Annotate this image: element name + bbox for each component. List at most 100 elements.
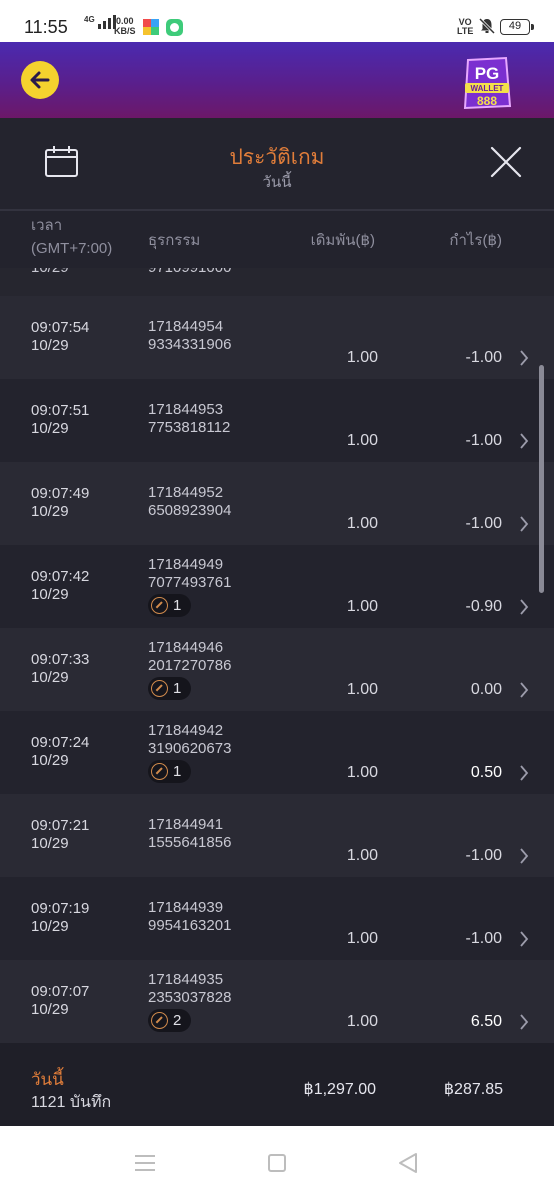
column-transaction: ธุรกรรม: [148, 232, 201, 249]
row-bet: 1.00: [346, 847, 378, 864]
row-time: 09:07:54 10/29: [31, 319, 89, 355]
row-date: 10/29: [31, 503, 69, 520]
chevron-right-icon[interactable]: [519, 516, 529, 532]
spin-icon: [151, 763, 168, 780]
row-bet: 1.00: [346, 598, 378, 615]
row-date: 10/29: [31, 420, 69, 437]
row-date: 10/29: [31, 835, 69, 852]
row-time-value: 09:07:33: [31, 651, 90, 668]
column-header: เวลา (GMT+7:00) ธุรกรรม เดิมพัน(฿) กำไร(…: [0, 211, 554, 268]
row-txn-bottom: 3190620673: [148, 740, 232, 757]
chevron-right-icon[interactable]: [519, 599, 529, 615]
status-bar: 11:55 4G 0.00 KB/S VO LTE 49: [0, 0, 554, 42]
row-profit: -1.00: [465, 432, 502, 449]
chevron-right-icon[interactable]: [519, 682, 529, 698]
back-button[interactable]: [21, 61, 59, 99]
close-icon[interactable]: [489, 145, 523, 179]
row-txn-bottom: 1555641856: [148, 834, 232, 851]
app-notification-icon: [143, 19, 159, 35]
free-spin-badge: 1: [148, 594, 192, 617]
row-date: 10/29: [31, 1001, 69, 1018]
row-bet: 1.00: [346, 930, 378, 947]
free-spin-badge: 2: [148, 1009, 192, 1032]
row-txn-bottom: 2017270786: [148, 657, 232, 674]
row-time: 09:07:19 10/29: [31, 900, 89, 936]
home-icon[interactable]: [268, 1154, 286, 1172]
list-item[interactable]: 10/29 9710991000: [0, 268, 554, 296]
row-transaction: 171844946 2017270786 1: [148, 639, 231, 702]
row-bet: 1.00: [346, 515, 378, 532]
table-row[interactable]: 09:07:19 10/29 171844939 9954163201 1.00 -1.0…: [0, 877, 554, 960]
table-row[interactable]: 09:07:07 10/29 171844935 2353037828 2 1.00 6.5…: [0, 960, 554, 1043]
row-profit: -0.90: [465, 598, 502, 615]
row-txn-bottom: 9334331906: [148, 336, 232, 353]
page-subtitle: วันนี้: [262, 174, 292, 191]
row-bet: 1.00: [346, 764, 378, 781]
scrollbar[interactable]: [539, 365, 544, 593]
row-txn-top: 171844941: [148, 816, 224, 833]
row-txn: 9710991000: [148, 268, 231, 276]
row-txn-top: 171844953: [148, 401, 224, 418]
chevron-right-icon[interactable]: [519, 350, 529, 366]
system-nav-bar: [0, 1126, 554, 1200]
row-transaction: 171844954 9334331906: [148, 318, 231, 354]
row-txn-bottom: 7753818112: [148, 419, 231, 436]
status-time: 11:55: [24, 17, 68, 37]
table-row[interactable]: 09:07:42 10/29 171844949 7077493761 1 1.00 -0.…: [0, 545, 554, 628]
row-profit: 0.50: [470, 764, 502, 781]
row-txn-top: 171844954: [148, 318, 224, 335]
row-date: 10/29: [31, 918, 69, 935]
row-txn-bottom: 2353037828: [148, 989, 232, 1006]
back-triangle-icon[interactable]: [398, 1152, 418, 1174]
row-transaction: 171844942 3190620673 1: [148, 722, 231, 785]
row-transaction: 171844953 7753818112: [148, 401, 230, 437]
network-type: 4G: [84, 15, 95, 24]
row-txn-bottom: 7077493761: [148, 574, 232, 591]
row-profit: 6.50: [470, 1013, 502, 1030]
row-time: 09:07:21 10/29: [31, 817, 89, 853]
chevron-right-icon[interactable]: [519, 931, 529, 947]
row-time: 09:07:49 10/29: [31, 485, 89, 521]
row-time-value: 09:07:07: [31, 983, 90, 1000]
row-date: 10/29: [31, 586, 69, 603]
spin-icon: [151, 597, 168, 614]
row-transaction: 171844941 1555641856: [148, 816, 231, 852]
spin-icon: [151, 680, 168, 697]
network-speed: 0.00 KB/S: [114, 16, 136, 36]
row-time-value: 09:07:42: [31, 568, 90, 585]
svg-text:888: 888: [477, 94, 497, 108]
signal-icon: 4G: [84, 15, 116, 29]
transaction-list[interactable]: 10/29 9710991000 09:07:5410/291718449549…: [0, 268, 554, 1048]
row-txn-bottom: 6508923904: [148, 502, 232, 519]
badge-count: 1: [173, 762, 182, 780]
table-row[interactable]: 09:07:54 10/29 171844954 9334331906 1.00 -1.0…: [0, 296, 554, 379]
chevron-right-icon[interactable]: [519, 433, 529, 449]
row-bet: 1.00: [346, 432, 378, 449]
row-profit: -1.00: [465, 847, 502, 864]
menu-icon[interactable]: [134, 1154, 156, 1172]
svg-text:PG: PG: [475, 64, 500, 83]
free-spin-badge: 1: [148, 760, 192, 783]
row-date: 10/29: [31, 669, 69, 686]
spin-icon: [151, 1012, 168, 1029]
row-profit: -1.00: [465, 349, 502, 366]
row-bet: 1.00: [346, 349, 378, 366]
chat-app-icon: [166, 19, 183, 36]
row-time-value: 09:07:21: [31, 817, 90, 834]
row-time-value: 09:07:54: [31, 319, 90, 336]
badge-count: 1: [173, 679, 182, 697]
table-row[interactable]: 09:07:21 10/29 171844941 1555641856 1.00 -1.0…: [0, 794, 554, 877]
row-profit: 0.00: [470, 681, 502, 698]
chevron-right-icon[interactable]: [519, 1014, 529, 1030]
svg-text:WALLET: WALLET: [471, 84, 504, 93]
chevron-right-icon[interactable]: [519, 765, 529, 781]
column-time: เวลา (GMT+7:00): [31, 217, 113, 257]
table-row[interactable]: 09:07:49 10/29 171844952 6508923904 1.00 -1.0…: [0, 462, 554, 545]
column-profit: กำไร(฿): [449, 232, 502, 249]
table-row[interactable]: 09:07:33 10/29 171844946 2017270786 1 1.00 0.0…: [0, 628, 554, 711]
table-row[interactable]: 09:07:24 10/29 171844942 3190620673 1 1.00 0.5…: [0, 711, 554, 794]
chevron-right-icon[interactable]: [519, 848, 529, 864]
bell-muted-icon: [478, 17, 496, 35]
row-bet: 1.00: [346, 1013, 378, 1030]
table-row[interactable]: 09:07:51 10/29 171844953 7753818112 1.00 -1.0…: [0, 379, 554, 462]
